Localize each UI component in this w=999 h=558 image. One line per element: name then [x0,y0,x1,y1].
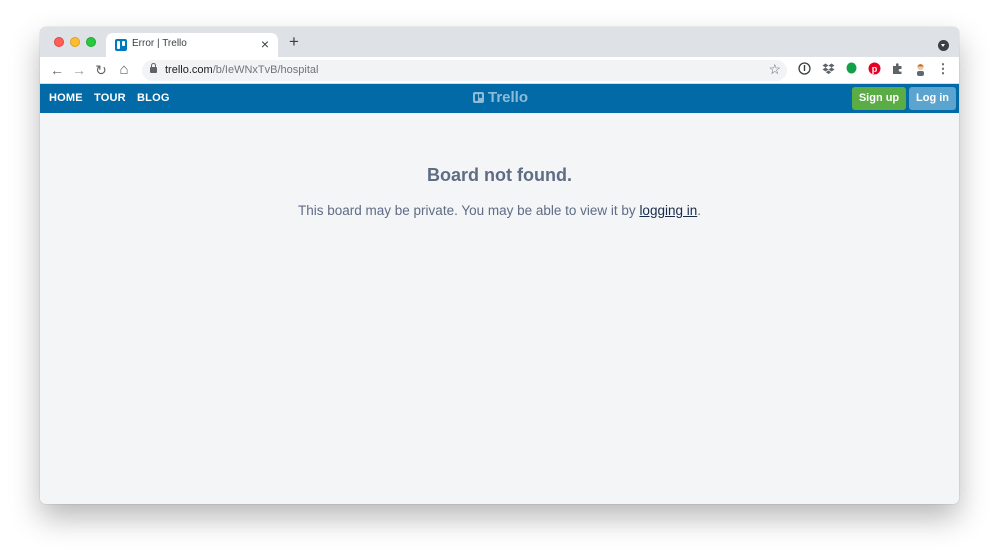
trello-icon [115,39,127,51]
profile-avatar[interactable] [913,62,927,76]
tab-search-icon[interactable] [938,40,949,51]
logo-text: Trello [488,89,529,106]
address-bar[interactable]: trello.com/b/IeWNxTvB/hospital ☆ [142,60,787,81]
url-text[interactable]: trello.com/b/IeWNxTvB/hospital [165,64,318,76]
home-icon[interactable]: ⌂ [115,61,133,79]
error-message: This board may be private. You may be ab… [40,203,959,218]
reload-icon[interactable]: ↻ [92,61,110,79]
menu-icon[interactable]: ⋮ [936,62,950,76]
logging-in-link[interactable]: logging in [639,203,697,218]
close-window-button[interactable] [54,37,64,47]
dropbox-icon[interactable] [821,62,835,76]
url-host: trello.com [165,64,213,76]
trello-logo-icon [473,92,484,103]
tab-error-trello[interactable]: Error | Trello × [106,33,278,57]
bookmark-star-icon[interactable]: ☆ [768,61,781,78]
error-title: Board not found. [427,165,572,185]
info-icon[interactable] [797,62,811,76]
nav-tour-link[interactable]: TOUR [94,92,126,104]
back-icon[interactable]: ← [48,61,66,79]
error-message-text: This board may be private. You may be ab… [298,203,640,218]
minimize-window-button[interactable] [70,37,80,47]
error-message-end: . [697,203,701,218]
log-in-button[interactable]: Log in [909,87,956,110]
tab-strip: Error | Trello × + [40,27,959,57]
pinterest-icon[interactable]: p [867,62,881,76]
evernote-icon[interactable] [844,62,858,76]
trello-logo[interactable]: Trello [473,89,528,107]
nav-home-link[interactable]: HOME [49,92,83,104]
new-tab-button[interactable]: + [286,33,302,50]
lock-icon[interactable] [150,63,157,73]
browser-toolbar: ← → ↻ ⌂ trello.com/b/IeWNxTvB/hospital ☆… [40,57,959,84]
main-content: Board not found. This board may be priva… [40,113,959,504]
browser-window: Error | Trello × + ← → ↻ ⌂ trello.com/b/… [40,27,959,504]
url-path: /b/IeWNxTvB/hospital [212,64,319,76]
tab-title: Error | Trello [132,38,187,49]
tab-close-icon[interactable]: × [258,36,272,52]
puzzle-icon[interactable] [890,62,904,76]
sign-up-button[interactable]: Sign up [852,87,906,110]
maximize-window-button[interactable] [86,37,96,47]
trello-header: HOME TOUR BLOG Trello Sign up Log in [40,84,959,113]
svg-text:p: p [871,64,877,74]
forward-icon[interactable]: → [70,61,88,79]
nav-blog-link[interactable]: BLOG [137,92,170,104]
